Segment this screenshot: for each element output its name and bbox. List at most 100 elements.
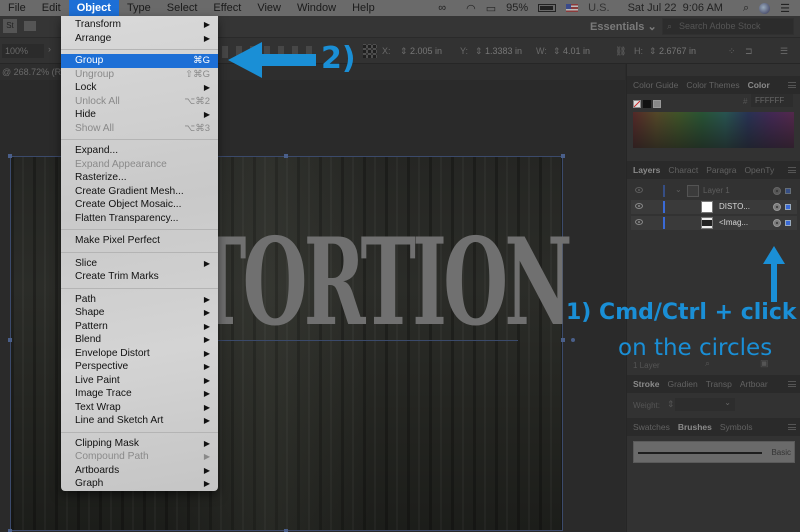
siri-icon[interactable] [759, 2, 771, 14]
menu-item-expand[interactable]: Expand... [61, 144, 218, 158]
selection-handle[interactable] [8, 338, 12, 342]
selection-handle[interactable] [561, 154, 565, 158]
menu-object[interactable]: Object [68, 0, 119, 16]
zoom-field[interactable]: 100% [2, 44, 44, 58]
menu-item-envelope-distort[interactable]: Envelope Distort ▶ [61, 347, 218, 361]
black-swatch[interactable] [643, 100, 651, 108]
menu-effect[interactable]: Effect [205, 0, 249, 16]
layer-name[interactable]: <Imag... [719, 218, 748, 227]
menu-item-make-pixel-perfect[interactable]: Make Pixel Perfect [61, 234, 218, 248]
selection-indicator[interactable] [785, 204, 791, 210]
layer-row[interactable]: <Imag... [631, 216, 797, 230]
tab-symbols[interactable]: Symbols [720, 422, 753, 432]
notification-center-icon[interactable]: ☰ [780, 2, 790, 15]
menu-file[interactable]: File [0, 0, 34, 16]
menu-item-arrange[interactable]: Arrange ▶ [61, 32, 218, 46]
stock-badge[interactable]: St [3, 19, 17, 33]
menu-item-pattern[interactable]: Pattern ▶ [61, 320, 218, 334]
link-proportions-icon[interactable]: ⛓ [615, 44, 626, 58]
color-spectrum[interactable] [633, 112, 794, 148]
tab-gradient[interactable]: Gradien [667, 379, 697, 389]
menu-item-create-object-mosaic[interactable]: Create Object Mosaic... [61, 198, 218, 212]
menu-item-blend[interactable]: Blend ▶ [61, 333, 218, 347]
menu-item-artboards[interactable]: Artboards ▶ [61, 464, 218, 478]
w-field[interactable]: 4.01 in [563, 44, 590, 58]
tab-color-guide[interactable]: Color Guide [633, 80, 678, 90]
tab-color[interactable]: Color [748, 80, 770, 90]
wifi-icon[interactable]: ◠ [466, 2, 476, 15]
menu-item-live-paint[interactable]: Live Paint ▶ [61, 374, 218, 388]
x-field[interactable]: 2.005 in [410, 44, 442, 58]
tab-stroke[interactable]: Stroke [633, 379, 659, 389]
menu-item-transform[interactable]: Transform ▶ [61, 18, 218, 32]
menu-edit[interactable]: Edit [34, 0, 69, 16]
menu-item-text-wrap[interactable]: Text Wrap ▶ [61, 401, 218, 415]
menu-item-perspective[interactable]: Perspective ▶ [61, 360, 218, 374]
layer-row[interactable]: ⌄ Layer 1 [631, 184, 797, 198]
workspace-switcher[interactable]: Essentials ⌄ [590, 20, 657, 33]
menu-item-group[interactable]: Group ⌘G [61, 54, 218, 68]
layer-name[interactable]: DISTO... [719, 202, 750, 211]
weight-stepper-icon[interactable]: ⇕ [667, 399, 675, 410]
menu-select[interactable]: Select [159, 0, 206, 16]
menu-item-expand-appearance[interactable]: Expand Appearance [61, 158, 218, 172]
tab-color-themes[interactable]: Color Themes [686, 80, 739, 90]
tab-opentype[interactable]: OpenTy [744, 165, 774, 175]
target-circle-icon[interactable] [773, 219, 781, 227]
chevron-down-icon[interactable]: ⌄ [675, 185, 682, 194]
transform-icon[interactable]: ⁘ [728, 44, 736, 58]
selection-indicator[interactable] [785, 188, 791, 194]
hex-field[interactable]: FFFFFF [751, 94, 793, 107]
rotate-handle[interactable] [571, 338, 575, 342]
eye-icon[interactable] [635, 203, 643, 209]
selection-indicator[interactable] [785, 220, 791, 226]
target-circle-icon[interactable] [773, 203, 781, 211]
menu-item-ungroup[interactable]: Ungroup ⇧⌘G [61, 68, 218, 82]
menu-item-flatten-transparency[interactable]: Flatten Transparency... [61, 212, 218, 226]
h-stepper-icon[interactable]: ⇕ [649, 44, 657, 58]
target-circle-icon[interactable] [773, 187, 781, 195]
spotlight-icon[interactable]: ⌕ [743, 2, 749, 15]
menu-item-rasterize[interactable]: Rasterize... [61, 171, 218, 185]
isolate-icon[interactable]: ⊐ [745, 44, 753, 58]
panel-menu-icon[interactable] [788, 82, 796, 88]
menu-item-path[interactable]: Path ▶ [61, 293, 218, 307]
selection-handle[interactable] [284, 154, 288, 158]
brush-item-basic[interactable]: Basic [633, 441, 795, 463]
panel-menu-icon[interactable] [788, 381, 796, 387]
eye-icon[interactable] [635, 219, 643, 225]
layer-name[interactable]: Layer 1 [703, 186, 730, 195]
tab-swatches[interactable]: Swatches [633, 422, 670, 432]
menu-help[interactable]: Help [344, 0, 383, 16]
tab-transparency[interactable]: Transp [706, 379, 732, 389]
menu-item-create-trim-marks[interactable]: Create Trim Marks [61, 270, 218, 284]
white-swatch[interactable] [653, 100, 661, 108]
tab-paragraph[interactable]: Paragra [706, 165, 736, 175]
menu-item-shape[interactable]: Shape ▶ [61, 306, 218, 320]
menu-type[interactable]: Type [119, 0, 159, 16]
y-field[interactable]: 1.3383 in [485, 44, 522, 58]
selection-handle[interactable] [8, 154, 12, 158]
selection-handle[interactable] [561, 338, 565, 342]
h-field[interactable]: 2.6767 in [659, 44, 696, 58]
eye-icon[interactable] [635, 187, 643, 193]
menu-item-image-trace[interactable]: Image Trace ▶ [61, 387, 218, 401]
tab-brushes[interactable]: Brushes [678, 422, 712, 432]
x-stepper-icon[interactable]: ⇕ [400, 44, 408, 58]
menu-item-line-and-sketch-art[interactable]: Line and Sketch Art ▶ [61, 414, 218, 428]
menu-item-slice[interactable]: Slice ▶ [61, 257, 218, 271]
panel-menu-icon[interactable]: ☰ [780, 44, 788, 58]
menu-item-hide[interactable]: Hide ▶ [61, 108, 218, 122]
menu-item-create-gradient-mesh[interactable]: Create Gradient Mesh... [61, 185, 218, 199]
y-stepper-icon[interactable]: ⇕ [475, 44, 483, 58]
none-swatch[interactable] [633, 100, 641, 108]
creative-cloud-icon[interactable]: ∞ [438, 2, 446, 14]
menu-window[interactable]: Window [289, 0, 344, 16]
menu-item-graph[interactable]: Graph ▶ [61, 477, 218, 491]
menu-item-show-all[interactable]: Show All ⌥⌘3 [61, 122, 218, 136]
panel-menu-icon[interactable] [788, 167, 796, 173]
tab-artboards[interactable]: Artboar [740, 379, 768, 389]
menu-item-unlock-all[interactable]: Unlock All ⌥⌘2 [61, 95, 218, 109]
search-stock-input[interactable]: ⌕ Search Adobe Stock [662, 18, 794, 35]
tab-character[interactable]: Charact [668, 165, 698, 175]
